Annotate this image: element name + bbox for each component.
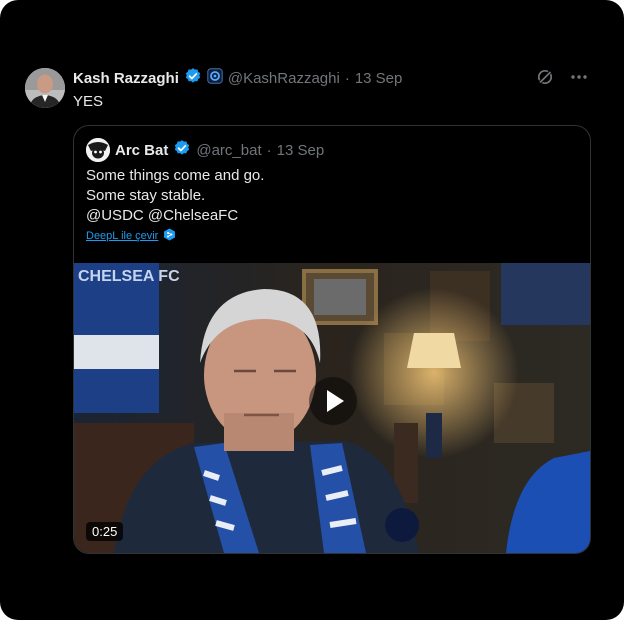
affiliate-badge-icon[interactable] — [207, 68, 223, 88]
author-avatar[interactable] — [25, 68, 65, 108]
separator-dot: · — [266, 141, 272, 159]
more-icon[interactable] — [570, 68, 588, 91]
quoted-header: Arc Bat @arc_bat · 13 Sep — [86, 138, 324, 162]
quoted-tweet[interactable]: Arc Bat @arc_bat · 13 Sep Some things co… — [73, 125, 591, 554]
deepl-translate-link[interactable]: DeepL ile çevir — [86, 230, 158, 242]
quoted-text-line: Some things come and go. — [86, 167, 265, 184]
quoted-text-line: Some stay stable. — [86, 187, 206, 204]
quoted-text: Some things come and go. Some stay stabl… — [86, 166, 264, 226]
video-player[interactable]: CHELSEA FC 0:25 — [74, 263, 590, 553]
verified-badge-icon — [184, 67, 202, 89]
video-duration: 0:25 — [86, 522, 124, 541]
quoted-avatar[interactable] — [86, 138, 110, 162]
tweet-card: Kash Razzaghi @KashRazzaghi · 13 Sep YES… — [0, 0, 624, 620]
quoted-handle[interactable]: @arc_bat — [196, 142, 261, 159]
quoted-verified-badge-icon — [173, 139, 191, 161]
author-handle[interactable]: @KashRazzaghi — [228, 70, 340, 87]
tweet-top-actions — [536, 68, 588, 91]
quoted-author-name[interactable]: Arc Bat — [115, 142, 168, 159]
quoted-text-line[interactable]: @USDC @ChelseaFC — [86, 206, 264, 226]
quoted-date[interactable]: 13 Sep — [277, 142, 325, 159]
deepl-icon — [163, 228, 176, 244]
deepl-translate[interactable]: DeepL ile çevir — [86, 228, 176, 244]
author-name[interactable]: Kash Razzaghi — [73, 70, 179, 87]
svg-text:CHELSEA FC: CHELSEA FC — [78, 268, 180, 285]
grok-icon[interactable] — [536, 68, 554, 91]
tweet-date[interactable]: 13 Sep — [355, 70, 403, 87]
separator-dot: · — [344, 69, 350, 87]
tweet-text: YES — [73, 93, 104, 110]
play-button[interactable] — [308, 376, 358, 426]
tweet-header: Kash Razzaghi @KashRazzaghi · 13 Sep — [73, 68, 402, 88]
